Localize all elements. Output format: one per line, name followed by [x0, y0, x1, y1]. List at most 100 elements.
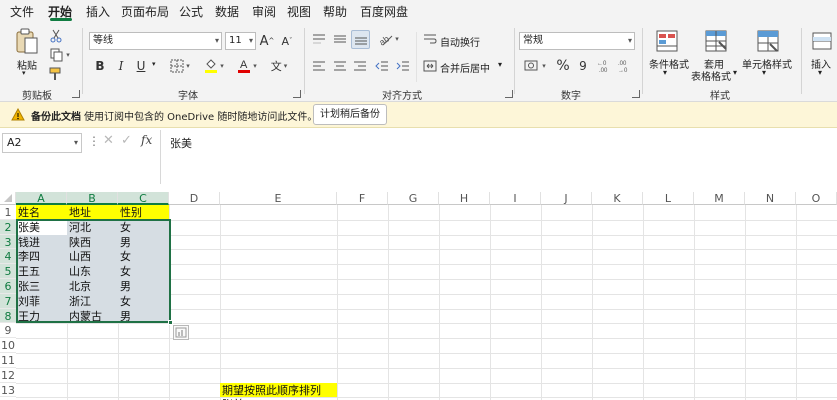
- cell-b6[interactable]: 北京: [67, 279, 118, 294]
- cancel-icon[interactable]: ✕: [103, 133, 114, 148]
- cell-c1[interactable]: 性别: [118, 205, 169, 220]
- align-bottom-button[interactable]: [351, 30, 370, 49]
- formula-input[interactable]: 张美: [160, 130, 837, 184]
- cell-b2[interactable]: 河北: [67, 219, 118, 235]
- align-left-button[interactable]: [310, 57, 328, 75]
- number-format-select[interactable]: 常规 ▾: [519, 32, 635, 50]
- wrap-text-button[interactable]: 自动换行: [440, 34, 480, 49]
- cell-a3[interactable]: 钱进: [16, 234, 67, 250]
- cell-a5[interactable]: 王五: [16, 264, 67, 279]
- cell-e13[interactable]: 期望按照此顺序排列: [220, 382, 337, 398]
- format-painter-button[interactable]: [48, 66, 64, 82]
- column-header-m[interactable]: M: [694, 192, 745, 205]
- quick-analysis-button[interactable]: [173, 325, 189, 340]
- decrease-indent-button[interactable]: [373, 57, 391, 75]
- column-header-i[interactable]: I: [490, 192, 541, 205]
- column-header-b[interactable]: B: [67, 192, 118, 205]
- phonetic-button[interactable]: 文 ▾: [266, 57, 292, 75]
- menu-view[interactable]: 视图: [287, 3, 311, 20]
- cell-a4[interactable]: 李四: [16, 249, 67, 265]
- cell-c4[interactable]: 女: [118, 249, 169, 265]
- align-right-button[interactable]: [351, 57, 369, 75]
- column-header-n[interactable]: N: [745, 192, 796, 205]
- column-header-a[interactable]: A: [16, 192, 67, 205]
- italic-button[interactable]: I: [112, 57, 130, 75]
- column-header-l[interactable]: L: [643, 192, 694, 205]
- conditional-dropdown-icon[interactable]: ▾: [663, 68, 667, 77]
- menu-insert[interactable]: 插入: [86, 3, 110, 20]
- column-header-h[interactable]: H: [439, 192, 490, 205]
- cell-b5[interactable]: 山东: [67, 264, 118, 279]
- row-header-2[interactable]: 2: [0, 219, 16, 235]
- schedule-backup-button[interactable]: 计划稍后备份: [313, 104, 387, 125]
- cell-c7[interactable]: 女: [118, 293, 169, 309]
- row-header-5[interactable]: 5: [0, 264, 16, 279]
- cell-c8[interactable]: 男: [118, 308, 169, 324]
- menu-page-layout[interactable]: 页面布局: [121, 3, 169, 20]
- conditional-format-button[interactable]: 条件格式: [649, 56, 689, 71]
- borders-button[interactable]: ▾: [166, 57, 194, 75]
- accounting-format-button[interactable]: ▾: [520, 57, 550, 75]
- increase-decimal-button[interactable]: ←0.00: [596, 57, 614, 75]
- cell-b4[interactable]: 山西: [67, 249, 118, 265]
- column-header-o[interactable]: O: [796, 192, 837, 205]
- orientation-button[interactable]: ab ▾: [374, 30, 404, 48]
- align-center-button[interactable]: [331, 57, 349, 75]
- paste-button[interactable]: [12, 26, 42, 56]
- row-header-10[interactable]: 10: [0, 338, 16, 353]
- increase-indent-button[interactable]: [394, 57, 412, 75]
- column-header-c[interactable]: C: [118, 192, 169, 205]
- comma-style-button[interactable]: 9: [575, 57, 591, 75]
- cell-b3[interactable]: 陕西: [67, 234, 118, 250]
- cut-button[interactable]: [48, 28, 64, 44]
- cell-a8[interactable]: 王力: [16, 308, 67, 324]
- menu-review[interactable]: 审阅: [252, 3, 276, 20]
- column-header-g[interactable]: G: [388, 192, 439, 205]
- cell-c2[interactable]: 女: [118, 219, 169, 235]
- row-header-7[interactable]: 7: [0, 293, 16, 309]
- worksheet-grid[interactable]: A B C D E F G H I J K L M N O 1 2 3 4 5 …: [0, 192, 837, 400]
- column-header-e[interactable]: E: [220, 192, 337, 205]
- column-header-j[interactable]: J: [541, 192, 592, 205]
- cell-a2[interactable]: 张美: [16, 219, 67, 235]
- fill-color-button[interactable]: ▾: [200, 57, 228, 75]
- menu-baidu-netdisk[interactable]: 百度网盘: [360, 3, 408, 20]
- align-middle-button[interactable]: [331, 30, 349, 48]
- cell-c3[interactable]: 男: [118, 234, 169, 250]
- menu-help[interactable]: 帮助: [323, 3, 347, 20]
- cell-c5[interactable]: 女: [118, 264, 169, 279]
- decrease-decimal-button[interactable]: .00 →0: [616, 57, 634, 75]
- table-dropdown-icon[interactable]: ▾: [733, 68, 737, 77]
- merge-dropdown-icon[interactable]: ▾: [498, 60, 502, 69]
- merge-center-button[interactable]: 合并后居中: [440, 60, 490, 75]
- row-header-11[interactable]: 11: [0, 353, 16, 368]
- format-as-table-button[interactable]: 表格格式: [691, 68, 731, 83]
- grow-font-button[interactable]: A ^: [259, 32, 275, 50]
- row-header-9[interactable]: 9: [0, 323, 16, 339]
- cell-c6[interactable]: 男: [118, 279, 169, 294]
- enter-check-icon[interactable]: ✓: [121, 133, 132, 148]
- shrink-font-button[interactable]: Aˇ: [279, 32, 295, 50]
- paste-dropdown-icon[interactable]: ▾: [22, 69, 26, 77]
- menu-formulas[interactable]: 公式: [179, 3, 203, 20]
- menu-data[interactable]: 数据: [215, 3, 239, 20]
- alignment-launcher-icon[interactable]: [505, 90, 513, 98]
- copy-button[interactable]: ▾: [48, 47, 72, 63]
- align-top-button[interactable]: [310, 30, 328, 48]
- underline-dropdown-icon[interactable]: ▾: [152, 60, 156, 68]
- column-header-d[interactable]: D: [169, 192, 220, 205]
- cell-a7[interactable]: 刘菲: [16, 293, 67, 309]
- cell-a6[interactable]: 张三: [16, 279, 67, 294]
- clipboard-launcher-icon[interactable]: [72, 90, 80, 98]
- insert-dropdown-icon[interactable]: ▾: [818, 68, 822, 77]
- cell-b1[interactable]: 地址: [67, 205, 118, 220]
- column-header-f[interactable]: F: [337, 192, 388, 205]
- number-launcher-icon[interactable]: [632, 90, 640, 98]
- font-name-select[interactable]: 等线 ▾: [89, 32, 222, 50]
- cell-b7[interactable]: 浙江: [67, 293, 118, 309]
- font-color-button[interactable]: A ▾: [233, 57, 261, 75]
- row-header-6[interactable]: 6: [0, 279, 16, 294]
- row-header-4[interactable]: 4: [0, 249, 16, 265]
- cell-a1[interactable]: 姓名: [16, 205, 67, 220]
- cell-b8[interactable]: 内蒙古: [67, 308, 118, 324]
